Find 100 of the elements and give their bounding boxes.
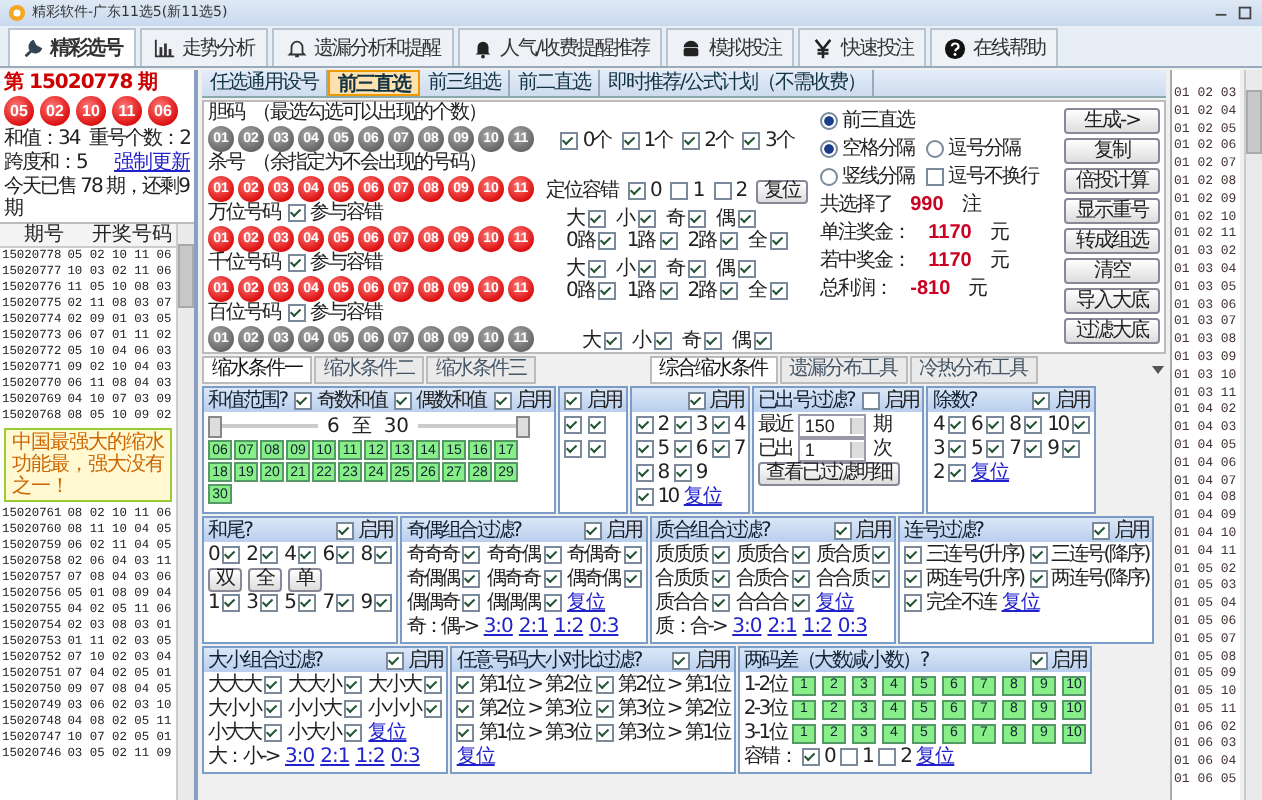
checkbox[interactable]: 第1位 > 第3位 <box>456 722 591 744</box>
checkbox[interactable]: 2路 <box>687 230 739 252</box>
checkbox[interactable]: 6 <box>322 544 355 566</box>
toolbar-tab[interactable]: 在线帮助 <box>930 28 1059 66</box>
checkbox[interactable]: 三连号(降序) <box>1029 544 1149 566</box>
checkbox[interactable]: 6 <box>673 438 706 460</box>
checkbox[interactable]: 参与容错 <box>288 252 382 274</box>
link[interactable]: 复位 <box>456 746 495 768</box>
button[interactable]: 转成组选 <box>1064 228 1160 254</box>
tab[interactable]: 前三组选 <box>420 70 510 96</box>
checkbox[interactable]: 9 <box>360 592 393 614</box>
checkbox[interactable]: 1个 <box>621 130 673 152</box>
toolbar-tab[interactable]: 精彩选号 <box>8 28 136 66</box>
link[interactable]: 0:3 <box>589 616 619 638</box>
link[interactable]: 0:3 <box>390 746 420 768</box>
checkbox[interactable]: 8 <box>360 544 393 566</box>
checkbox[interactable]: 质合质 <box>815 544 890 566</box>
link[interactable]: 3:0 <box>483 616 513 638</box>
column-header[interactable]: 期号 <box>0 224 88 246</box>
checkbox[interactable]: 两连号(升序) <box>903 568 1024 590</box>
checkbox[interactable] <box>564 440 583 458</box>
checkbox[interactable]: 0路 <box>566 280 617 302</box>
checkbox[interactable]: 奇奇偶 <box>486 544 562 566</box>
checkbox[interactable]: 启用 <box>672 649 730 671</box>
checkbox[interactable]: 偶偶奇 <box>406 592 481 614</box>
checkbox[interactable]: 偶奇奇 <box>486 568 562 590</box>
checkbox[interactable]: 三连号(升序) <box>903 544 1024 566</box>
checkbox[interactable]: 3 <box>673 414 706 436</box>
checkbox[interactable] <box>588 416 607 434</box>
spin-field[interactable]: 150 <box>798 413 867 437</box>
scrollbar[interactable] <box>1244 70 1262 800</box>
toolbar-tab[interactable]: 模拟投注 <box>666 28 795 66</box>
checkbox[interactable]: 2个 <box>682 130 733 152</box>
link[interactable]: 强制更新 <box>114 152 190 174</box>
button[interactable]: 复制 <box>1064 138 1160 164</box>
checkbox[interactable]: 质质质 <box>655 544 730 566</box>
checkbox[interactable]: 第3位 > 第1位 <box>596 722 730 744</box>
checkbox[interactable]: 偶 <box>716 258 756 280</box>
checkbox[interactable]: 大 <box>566 258 606 280</box>
button[interactable]: 全 <box>248 567 282 591</box>
link[interactable]: 3:0 <box>285 746 315 768</box>
checkbox[interactable]: 0 <box>801 746 835 768</box>
button[interactable]: 清空 <box>1064 258 1160 284</box>
checkbox[interactable]: 10 <box>635 486 678 508</box>
checkbox[interactable]: 偶奇偶 <box>567 568 642 590</box>
radio-button[interactable]: 前三直选 <box>820 110 915 132</box>
checkbox[interactable]: 5 <box>635 438 668 460</box>
checkbox[interactable]: 合质合 <box>735 568 810 590</box>
checkbox[interactable]: 启用 <box>1029 649 1086 671</box>
button[interactable]: 导入大底 <box>1064 288 1160 314</box>
checkbox[interactable]: 2路 <box>687 280 739 302</box>
radio-button[interactable]: 逗号分隔 <box>926 138 1021 160</box>
spin-field[interactable]: 1 <box>798 437 867 461</box>
tab[interactable]: 遗漏分布工具 <box>779 356 907 384</box>
checkbox[interactable]: 大 <box>582 330 623 352</box>
tab[interactable]: 即时推荐/公式计划（不需收费） <box>600 70 875 96</box>
checkbox[interactable]: 1路 <box>626 280 678 302</box>
checkbox[interactable]: 2 <box>713 180 747 202</box>
slider-handle[interactable] <box>208 416 222 438</box>
checkbox[interactable]: 奇奇奇 <box>406 544 481 566</box>
checkbox[interactable]: 7 <box>711 438 744 460</box>
slider-handle[interactable] <box>516 416 530 438</box>
checkbox[interactable]: 质合合 <box>655 592 730 614</box>
dropdown-caret-icon[interactable] <box>1150 362 1166 378</box>
checkbox[interactable]: 第1位 > 第2位 <box>456 674 591 696</box>
checkbox[interactable]: 3 <box>932 438 966 460</box>
checkbox[interactable]: 小 <box>632 330 673 352</box>
checkbox[interactable]: 2 <box>635 414 668 436</box>
checkbox[interactable]: 启用 <box>833 519 890 541</box>
checkbox[interactable]: 奇偶奇 <box>567 544 642 566</box>
checkbox[interactable]: 7 <box>1009 438 1042 460</box>
checkbox[interactable]: 参与容错 <box>288 302 382 324</box>
checkbox[interactable]: 大大大 <box>208 674 283 696</box>
checkbox[interactable]: 完全不连 <box>903 592 996 614</box>
button[interactable]: 过滤大底 <box>1064 318 1160 344</box>
scrollbar[interactable] <box>176 224 194 800</box>
checkbox[interactable]: 2 <box>878 746 911 768</box>
checkbox[interactable]: 合质质 <box>655 568 730 590</box>
checkbox[interactable]: 启用 <box>385 649 443 671</box>
link[interactable]: 复位 <box>916 746 955 768</box>
link[interactable]: 2:1 <box>767 616 797 638</box>
checkbox[interactable]: 启用 <box>1091 519 1149 541</box>
tab[interactable]: 前三直选 <box>328 70 420 96</box>
checkbox[interactable]: 大 <box>566 208 606 230</box>
button[interactable]: 复位 <box>756 179 809 203</box>
checkbox[interactable]: 0路 <box>566 230 617 252</box>
checkbox[interactable]: 0 <box>628 180 661 202</box>
checkbox[interactable] <box>588 440 607 458</box>
toolbar-tab[interactable]: 快速投注 <box>798 28 927 66</box>
checkbox[interactable]: 3个 <box>742 130 794 152</box>
checkbox[interactable]: 1 <box>208 592 241 614</box>
checkbox[interactable]: 4 <box>711 414 744 436</box>
checkbox[interactable]: 0个 <box>560 130 612 152</box>
checkbox[interactable]: 10 <box>1047 414 1090 436</box>
checkbox[interactable]: 全 <box>748 230 789 252</box>
link[interactable]: 复位 <box>971 462 1010 484</box>
button[interactable]: 显示重号 <box>1064 198 1160 224</box>
button[interactable]: 倍投计算 <box>1064 168 1160 194</box>
checkbox[interactable]: 1路 <box>626 230 678 252</box>
checkbox[interactable]: 2 <box>932 462 966 484</box>
